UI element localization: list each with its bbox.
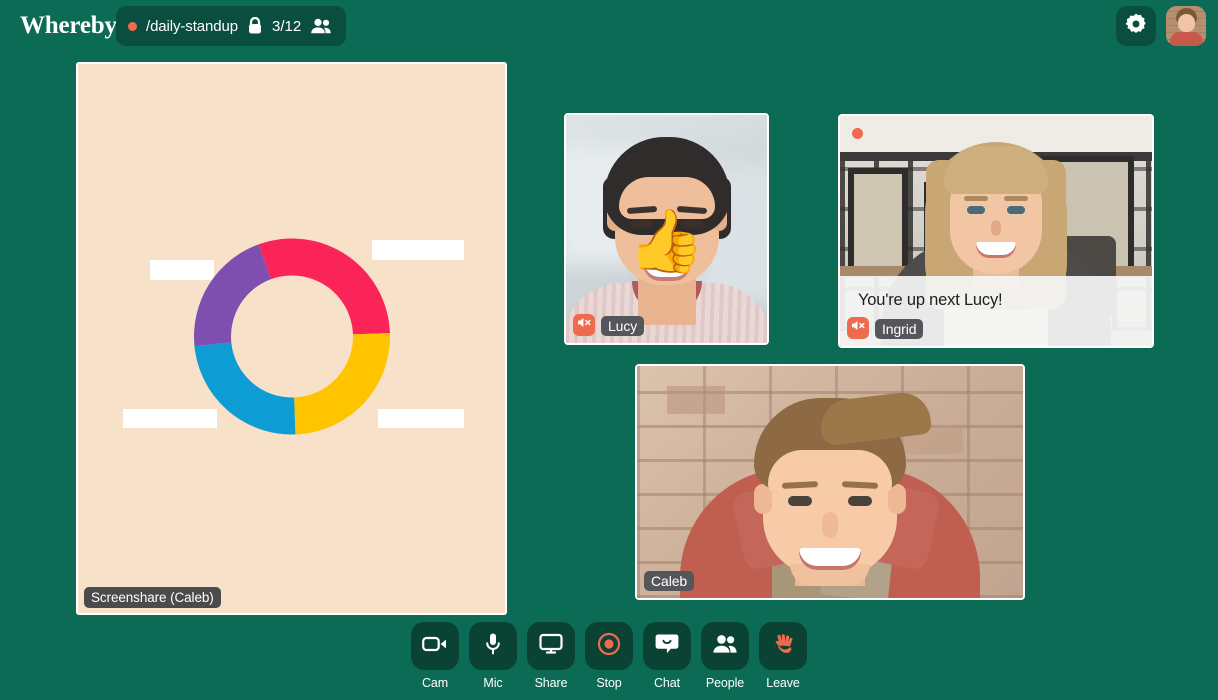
participant-tile-lucy[interactable]: 👍 Lucy	[564, 113, 769, 345]
toolbar-item-cam[interactable]: Cam	[411, 622, 459, 690]
toolbar-item-mic[interactable]: Mic	[469, 622, 517, 690]
caleb-eye-left	[788, 496, 812, 506]
avatar-shirt	[1170, 32, 1203, 46]
name-label-ingrid: Ingrid	[875, 319, 923, 339]
donut-slice	[194, 342, 295, 434]
cam-label: Cam	[422, 676, 448, 690]
donut-chart-svg	[192, 236, 392, 436]
monitor-screen-icon	[539, 633, 563, 660]
settings-button[interactable]	[1116, 6, 1156, 46]
mic-button[interactable]	[469, 622, 517, 670]
thumbs-up-reaction-icon: 👍	[628, 211, 705, 273]
caleb-video-stream	[637, 366, 1023, 598]
gear-icon	[1124, 12, 1148, 41]
whereby-meeting-window: Whereby /daily-standup 3/12	[0, 0, 1218, 700]
donut-slice	[294, 333, 390, 434]
room-name-label: /daily-standup	[146, 18, 238, 35]
people-button[interactable]	[701, 622, 749, 670]
top-bar: Whereby /daily-standup 3/12	[0, 0, 1218, 52]
name-label-lucy: Lucy	[601, 316, 644, 336]
ingrid-nose	[991, 220, 1001, 236]
screenshare-panel[interactable]: Screenshare (Caleb)	[76, 62, 507, 615]
avatar-face	[1178, 14, 1195, 32]
ingrid-eye-right	[1007, 206, 1025, 214]
mute-badge-ingrid	[847, 317, 869, 339]
cam-button[interactable]	[411, 622, 459, 670]
ingrid-eyebrow-right	[1004, 196, 1028, 201]
meeting-toolbar: Cam Mic	[0, 622, 1218, 690]
share-button[interactable]	[527, 622, 575, 670]
camera-icon	[422, 635, 448, 658]
recording-indicator-dot	[852, 128, 863, 139]
people-icon	[712, 634, 738, 659]
donut-chart	[192, 236, 392, 441]
toolbar-item-leave[interactable]: Leave	[759, 622, 807, 690]
record-stop-icon	[597, 632, 621, 661]
speaker-muted-icon	[851, 319, 866, 337]
caleb-bg-brick-1	[667, 386, 725, 414]
screenshare-label: Screenshare (Caleb)	[84, 587, 221, 608]
ingrid-eye-left	[967, 206, 985, 214]
live-indicator-dot	[128, 22, 137, 31]
toolbar-item-chat[interactable]: Chat	[643, 622, 691, 690]
chat-bubble-icon	[655, 633, 679, 660]
toolbar-item-people[interactable]: People	[701, 622, 749, 690]
share-label: Share	[535, 676, 568, 690]
speaker-muted-icon	[577, 316, 592, 334]
toolbar-item-stop[interactable]: Stop	[585, 622, 633, 690]
people-icon	[310, 18, 332, 34]
chat-button[interactable]	[643, 622, 691, 670]
name-label-caleb: Caleb	[644, 571, 694, 591]
participant-tile-ingrid[interactable]: You're up next Lucy! Ingrid	[838, 114, 1154, 348]
participant-tile-caleb[interactable]: Caleb	[635, 364, 1025, 600]
microphone-icon	[484, 632, 502, 661]
donut-slice	[258, 238, 389, 334]
caleb-nose	[822, 512, 838, 538]
people-label: People	[706, 676, 744, 690]
chat-message-text: You're up next Lucy!	[858, 291, 1002, 310]
chat-label: Chat	[654, 676, 680, 690]
participant-count-label: 3/12	[272, 18, 301, 35]
toolbar-item-share[interactable]: Share	[527, 622, 575, 690]
ingrid-bg-panel-1	[848, 168, 908, 276]
leave-label: Leave	[766, 676, 800, 690]
stop-recording-button[interactable]	[585, 622, 633, 670]
stop-label: Stop	[596, 676, 621, 690]
donut-slice	[194, 244, 271, 346]
leave-button[interactable]	[759, 622, 807, 670]
top-right-controls	[1116, 6, 1206, 46]
self-view-avatar[interactable]	[1166, 6, 1206, 46]
room-info-pill[interactable]: /daily-standup 3/12	[116, 6, 346, 46]
caleb-mouth	[799, 548, 861, 570]
mute-badge-lucy	[573, 314, 595, 336]
lock-icon	[247, 17, 263, 35]
whereby-logo: Whereby	[20, 12, 117, 40]
ingrid-hair-top	[944, 146, 1048, 194]
ingrid-mouth	[976, 242, 1016, 258]
mic-label: Mic	[483, 676, 502, 690]
caleb-eye-right	[848, 496, 872, 506]
waving-hand-icon	[771, 632, 795, 661]
ingrid-eyebrow-left	[964, 196, 988, 201]
